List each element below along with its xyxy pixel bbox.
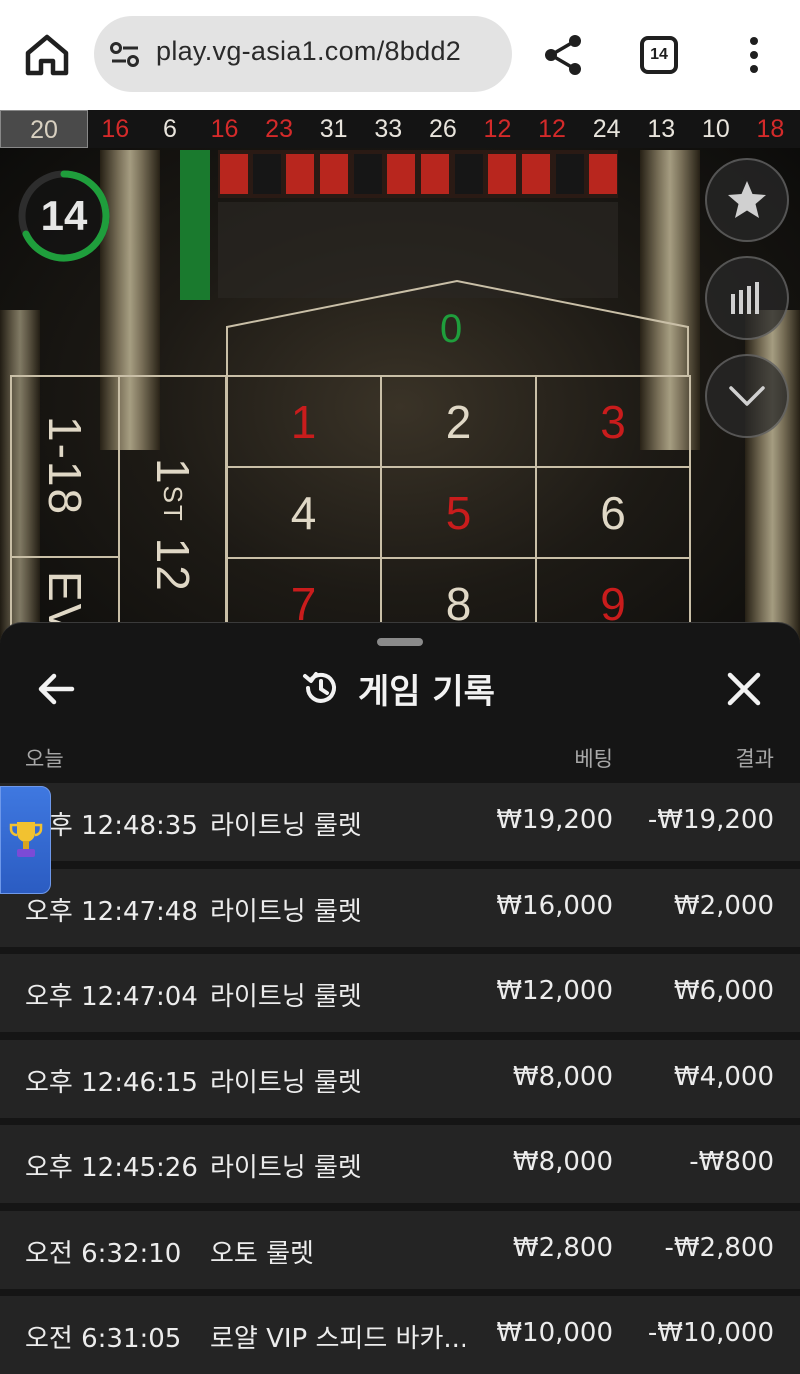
row-bet: ₩2,800: [512, 1233, 613, 1263]
row-bet: ₩8,000: [512, 1147, 613, 1177]
row-bet: ₩10,000: [496, 1318, 613, 1348]
recent-result: 16: [101, 114, 130, 143]
bet-zero[interactable]: 0: [440, 307, 462, 352]
history-row[interactable]: 오후 12:47:04 라이트닝 룰렛 ₩12,000 ₩6,000: [0, 954, 800, 1032]
row-game: 로얄 VIP 스피드 바카...: [210, 1324, 465, 1354]
history-row[interactable]: 오후 12:45:26 라이트닝 룰렛 ₩8,000 -₩800: [0, 1125, 800, 1203]
row-time: 오후 12:46:15: [25, 1068, 198, 1098]
recent-result: 18: [756, 114, 785, 143]
recent-result: 12: [483, 114, 512, 143]
history-row[interactable]: 오후 12:48:35 라이트닝 룰렛 ₩19,200 -₩19,200: [0, 783, 800, 861]
row-bet: ₩16,000: [496, 891, 613, 921]
row-time: 오전 6:31:05: [25, 1324, 182, 1354]
row-bet: ₩19,200: [496, 805, 613, 835]
sheet-drag-handle[interactable]: [377, 638, 423, 646]
bet-number-2[interactable]: 2: [380, 375, 537, 468]
row-result: -₩2,800: [664, 1233, 774, 1263]
share-icon[interactable]: [540, 32, 586, 78]
dozen-ordinal-suffix: ST: [158, 485, 188, 523]
recent-results-strip: 20 16 6 16 23 31 33 26 12 12 24 13 10 18: [0, 110, 800, 148]
bet-1-18[interactable]: 1-18: [10, 375, 120, 558]
bet-number-4[interactable]: 4: [225, 466, 382, 559]
row-time: 오후 12:47:48: [25, 897, 198, 927]
first-dozen-label: 1ST 12: [146, 458, 200, 593]
trophy-icon: [9, 822, 42, 857]
trophy-tab-button[interactable]: [0, 786, 51, 894]
bet-timer-value: 14: [40, 192, 88, 239]
url-text[interactable]: play.vg-asia1.com/8bdd2: [156, 36, 461, 67]
home-icon[interactable]: [22, 32, 72, 78]
favorite-button[interactable]: [705, 158, 789, 242]
row-bet: ₩12,000: [496, 976, 613, 1006]
back-arrow-icon[interactable]: [34, 667, 78, 711]
recent-result: 23: [265, 114, 293, 143]
column-header-today: 오늘: [25, 747, 64, 771]
stats-icon: [731, 282, 759, 314]
recent-result: 10: [701, 114, 730, 143]
recent-result: 12: [538, 114, 566, 143]
history-row[interactable]: 오전 6:31:05 로얄 VIP 스피드 바카... ₩10,000 -₩10…: [0, 1296, 800, 1374]
collapse-button[interactable]: [705, 354, 789, 438]
tab-switcher-button[interactable]: 14: [640, 36, 678, 74]
bet-1-18-label: 1-18: [39, 416, 91, 517]
recent-result: 6: [162, 114, 177, 143]
browser-toolbar: play.vg-asia1.com/8bdd2 14: [0, 0, 800, 110]
sheet-title: 게임 기록: [358, 671, 495, 712]
address-bar[interactable]: play.vg-asia1.com/8bdd2: [94, 16, 512, 92]
row-game: 라이트닝 룰렛: [210, 982, 362, 1012]
bet-first-dozen[interactable]: 1ST 12: [118, 375, 228, 650]
row-time: 오후 12:45:26: [25, 1153, 198, 1183]
site-settings-icon[interactable]: [108, 39, 142, 69]
close-icon[interactable]: [722, 667, 766, 711]
row-result: ₩2,000: [673, 891, 774, 921]
more-menu-icon[interactable]: [740, 34, 768, 76]
row-result: -₩800: [689, 1147, 774, 1177]
recent-result: 13: [647, 114, 676, 143]
latest-result: 20: [0, 110, 88, 148]
history-row[interactable]: 오전 6:32:10 오토 룰렛 ₩2,800 -₩2,800: [0, 1211, 800, 1289]
history-row[interactable]: 오후 12:47:48 라이트닝 룰렛 ₩16,000 ₩2,000: [0, 869, 800, 947]
row-game: 라이트닝 룰렛: [210, 811, 362, 841]
row-game: 라이트닝 룰렛: [210, 1153, 362, 1183]
history-row[interactable]: 오후 12:46:15 라이트닝 룰렛 ₩8,000 ₩4,000: [0, 1040, 800, 1118]
row-time: 오전 6:32:10: [25, 1239, 182, 1269]
row-result: -₩19,200: [647, 805, 774, 835]
row-game: 라이트닝 룰렛: [210, 1068, 362, 1098]
row-game: 오토 룰렛: [210, 1239, 314, 1269]
row-result: -₩10,000: [647, 1318, 774, 1348]
bet-number-6[interactable]: 6: [535, 466, 691, 559]
game-history-sheet: 게임 기록 오늘 베팅 결과 오후 12:48:35 라이트닝 룰렛 ₩19,2…: [0, 622, 800, 1374]
recent-result: 33: [374, 114, 403, 143]
row-game: 라이트닝 룰렛: [210, 897, 362, 927]
chevron-down-icon: [729, 386, 765, 406]
sheet-header: 게임 기록: [300, 663, 495, 713]
star-icon: [728, 181, 766, 218]
recent-result: 24: [592, 114, 621, 143]
dozen-count: 12: [147, 537, 199, 593]
column-header-result: 결과: [735, 747, 774, 771]
statistics-button[interactable]: [705, 256, 789, 340]
dozen-ordinal-number: 1: [147, 457, 199, 486]
history-icon: [303, 672, 336, 703]
bet-number-1[interactable]: 1: [225, 375, 382, 468]
row-result: ₩4,000: [673, 1062, 774, 1092]
row-result: ₩6,000: [673, 976, 774, 1006]
recent-result: 16: [210, 114, 239, 143]
bet-number-3[interactable]: 3: [535, 375, 691, 468]
bet-number-5[interactable]: 5: [380, 466, 537, 559]
roulette-game-view: 20 16 6 16 23 31 33 26 12 12 24 13 10 18 14 0 1-18 EV…: [0, 110, 800, 650]
column-header-bet: 베팅: [574, 747, 613, 771]
betting-board: 0 1-18 EVEN 1ST 12 1 2 3 4 5 6 7 8 9 10 …: [10, 275, 691, 650]
recent-result: 26: [428, 114, 457, 143]
row-time: 오후 12:47:04: [25, 982, 198, 1012]
recent-result: 31: [319, 114, 348, 143]
row-bet: ₩8,000: [512, 1062, 613, 1092]
